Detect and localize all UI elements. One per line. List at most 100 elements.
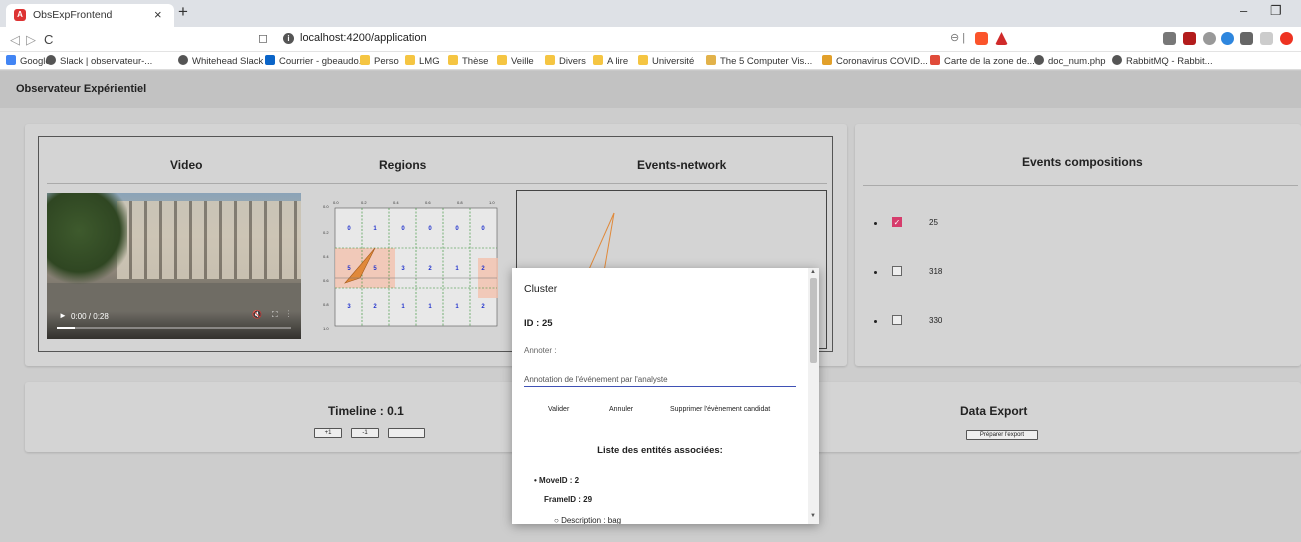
bookmarks-bar: Google Slack | observateur-... Whitehead… [0,52,1301,70]
entities-list-title: Liste des entités associées: [597,445,723,456]
url-text[interactable]: localhost:4200/application [300,32,427,44]
composition-id: 330 [929,316,943,325]
composition-checkbox-25[interactable]: ✓ [892,217,902,227]
timeline-minus-button[interactable]: -1 [351,428,379,438]
axis-tick: 0.8 [323,302,329,307]
zoom-icon[interactable]: ⊖ | [950,31,965,44]
bookmark-folder[interactable]: LMG [405,55,440,67]
app-title: Observateur Expérientiel [16,83,147,95]
bookmark-courrier[interactable]: Courrier - gbeaudo... [265,55,367,67]
entity-move-id: • MoveID : 2 [534,476,580,485]
scroll-down-icon[interactable]: ▼ [810,513,816,519]
video-time: 0:00 / 0:28 [71,312,109,321]
entity-description: ○ Description : bag [554,516,622,524]
timeline-header: Timeline : 0.1 [328,404,404,418]
minimize-icon[interactable]: – [1240,3,1247,18]
play-icon[interactable]: ► [59,311,67,320]
dialog-title: Cluster [524,283,558,295]
extension-icon[interactable] [1203,32,1216,45]
bookmark-icon[interactable]: ◻ [258,31,268,45]
bookmark-folder[interactable]: Thèse [448,55,488,67]
data-export-header: Data Export [960,404,1028,418]
composition-checkbox-330[interactable] [892,315,902,325]
brave-icon[interactable] [975,32,988,45]
video-progress-bar[interactable] [57,327,291,329]
bookmark-computer-vision[interactable]: The 5 Computer Vis... [706,55,812,67]
bookmark-folder[interactable]: Perso [360,55,399,67]
axis-tick: 0.4 [323,254,329,259]
pdf-extension-icon[interactable] [1183,32,1196,45]
timeline-input[interactable] [388,428,425,438]
address-bar-row: ◁ ▷ C ◻ i localhost:4200/application ⊖ | [0,27,1301,52]
video-header: Video [170,158,203,172]
bookmark-carte[interactable]: Carte de la zone de... [930,55,1035,67]
axis-tick: 1.0 [323,326,329,331]
bookmark-google[interactable]: Google [6,55,51,67]
composition-id: 318 [929,267,943,276]
axis-tick: 0.4 [393,200,399,205]
bookmark-covid[interactable]: Coronavirus COVID... [822,55,928,67]
close-tab-icon[interactable]: × [154,7,162,22]
tab-title: ObsExpFrontend [33,9,113,21]
list-bullet [874,271,877,274]
scroll-up-icon[interactable]: ▲ [810,269,816,275]
axis-tick: 0.8 [457,200,463,205]
prepare-export-button[interactable]: Préparer l'export [966,430,1038,440]
list-bullet [874,320,877,323]
cluster-dialog: Cluster ID : 25 Annoter : Valider Annule… [512,268,819,524]
compositions-divider [863,185,1298,186]
bookmark-folder[interactable]: Divers [545,55,586,67]
composition-checkbox-318[interactable] [892,266,902,276]
opera-icon[interactable] [1280,32,1293,45]
axis-tick: 1.0 [489,200,495,205]
delete-candidate-button[interactable]: Supprimer l'évènement candidat [670,406,770,413]
app-toolbar: Observateur Expérientiel [0,71,1301,108]
list-bullet [874,222,877,225]
events-network-header: Events-network [637,158,727,172]
axis-tick: 0.0 [333,200,339,205]
extension-icon[interactable] [1221,32,1234,45]
annotation-input[interactable] [524,372,796,387]
back-icon[interactable]: ◁ [10,32,20,48]
omnibox[interactable]: ◻ i localhost:4200/application [258,30,1018,49]
restore-icon[interactable]: ❐ [1270,3,1282,19]
annotate-label: Annoter : [524,346,557,355]
header-divider [47,183,827,184]
bookmark-slack[interactable]: Slack | observateur-... [46,55,152,67]
new-tab-icon[interactable]: + [178,2,188,22]
axis-tick: 0.0 [323,204,329,209]
bookmark-whitehead[interactable]: Whitehead Slack [178,55,263,67]
validate-button[interactable]: Valider [548,406,569,413]
bookmark-rabbitmq[interactable]: RabbitMQ - Rabbit... [1112,55,1213,67]
forward-icon[interactable]: ▷ [26,32,36,48]
browser-tab[interactable]: A ObsExpFrontend × [6,4,174,27]
scrollbar-thumb[interactable] [810,278,817,363]
regions-header: Regions [379,158,427,172]
bookmark-folder[interactable]: A lire [593,55,628,67]
extension-icon[interactable] [1260,32,1273,45]
regions-chart: 0.0 0.2 0.4 0.6 0.8 1.0 0.0 0.2 0.4 0.6 … [323,200,498,331]
timeline-plus-button[interactable]: +1 [314,428,342,438]
extension-icon[interactable] [1163,32,1176,45]
dialog-scrollbar[interactable]: ▲ ▼ [808,268,819,524]
info-icon[interactable]: i [283,33,294,44]
bookmark-docnum[interactable]: doc_num.php [1034,55,1106,67]
cancel-button[interactable]: Annuler [609,406,633,413]
video-frame-building [117,201,301,279]
extension-icon[interactable] [1240,32,1253,45]
video-player[interactable]: ► 0:00 / 0:28 🔇⛶⋮ [47,193,301,339]
events-compositions-header: Events compositions [1022,155,1143,169]
mute-fullscreen-menu-icons[interactable]: 🔇⛶⋮ [252,310,300,320]
axis-tick: 0.2 [361,200,367,205]
reload-icon[interactable]: C [44,32,53,47]
angular-icon: A [14,9,26,21]
composition-id: 25 [929,218,938,227]
browser-tab-bar: A ObsExpFrontend × + – ❐ [0,0,1301,27]
cluster-id: ID : 25 [524,318,553,329]
bookmark-folder[interactable]: Université [638,55,694,67]
axis-tick: 0.2 [323,230,329,235]
entity-frame-id: FrameID : 29 [544,495,593,504]
video-frame-tree [47,193,127,288]
bookmark-folder[interactable]: Veille [497,55,534,67]
axis-tick: 0.6 [425,200,431,205]
